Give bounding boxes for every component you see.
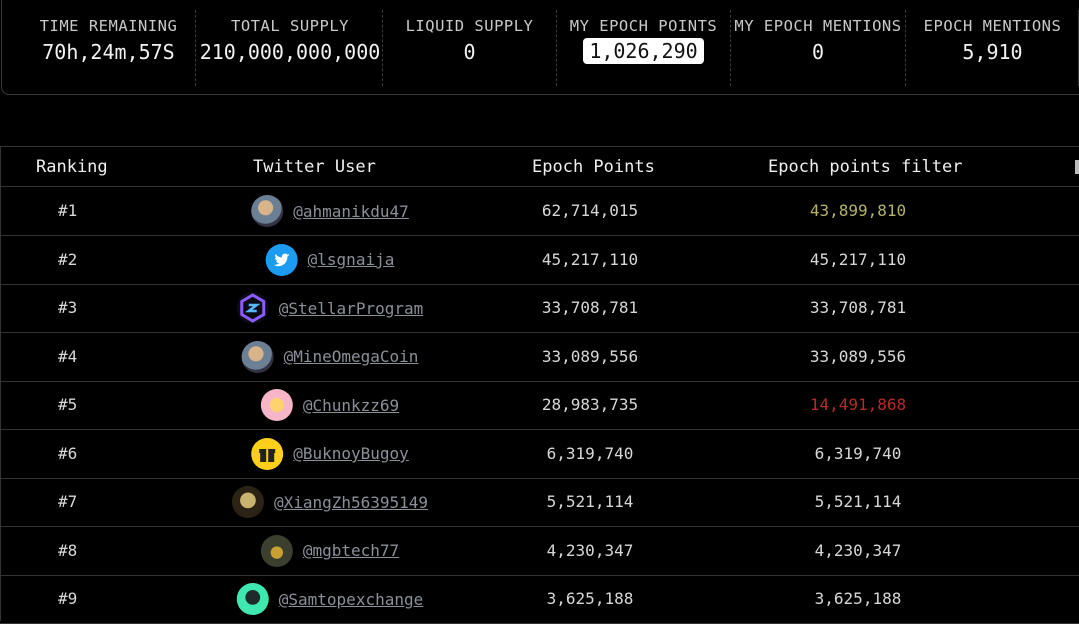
twitter-handle-link[interactable]: @ahmanikdu47 — [293, 202, 409, 221]
header-epoch-points-filter[interactable]: Epoch points filter — [768, 157, 962, 177]
epoch-points-cell: 33,089,556 — [541, 346, 639, 366]
epoch-points-cell: 28,983,735 — [541, 395, 639, 414]
epoch-points-filter-cell: 45,217,110 — [809, 249, 907, 269]
twitter-user-cell: @MineOmegaCoin — [0, 340, 620, 373]
epoch-points-filter-cell: 4,230,347 — [814, 540, 902, 560]
hexagon-logo-avatar — [236, 292, 269, 324]
table-header: Ranking Twitter User Epoch Points Epoch … — [0, 146, 1079, 187]
cat-avatar — [231, 486, 264, 518]
stat-value: 0 — [463, 40, 476, 64]
header-epoch-points[interactable]: Epoch Points — [532, 157, 655, 177]
epoch-points-cell: 3,625,188 — [546, 589, 634, 608]
stat-my-epoch-points: MY EPOCH POINTS 1,026,290 — [557, 1, 730, 89]
twitter-user-cell: @StellarProgram — [0, 292, 620, 324]
table-row: #9 @Samtopexchange 3,625,188 3,625,188 — [0, 575, 1079, 624]
photo-avatar — [251, 195, 284, 227]
twitter-handle-link[interactable]: @XiangZh56395149 — [274, 493, 428, 512]
photo-avatar — [241, 340, 274, 373]
twitter-bird-avatar — [265, 243, 298, 276]
stat-label: TOTAL SUPPLY — [231, 17, 349, 35]
epoch-points-cell: 33,708,781 — [541, 298, 639, 317]
twitter-user-cell: @lsgnaija — [0, 243, 620, 276]
table-row: #1 @ahmanikdu47 62,714,015 43,899,810 — [0, 187, 1079, 236]
twitter-handle-link[interactable]: @Chunkzz69 — [303, 396, 399, 415]
table-row: #6 @BuknoyBugoy 6,319,740 6,319,740 — [0, 430, 1079, 479]
stats-bar: TIME REMAINING 70h,24m,57S TOTAL SUPPLY … — [1, 0, 1079, 95]
epoch-points-cell: 5,521,114 — [546, 492, 634, 511]
epoch-points-filter-cell: 5,521,114 — [814, 492, 902, 511]
twitter-handle-link[interactable]: @mgbtech77 — [303, 541, 399, 560]
twitter-user-cell: @Samtopexchange — [0, 583, 620, 615]
stat-value: 210,000,000,000 — [199, 40, 381, 64]
epoch-points-filter-cell: 43,899,810 — [809, 201, 907, 220]
epoch-points-cell: 62,714,015 — [541, 201, 639, 220]
table-row: #4 @MineOmegaCoin 33,089,556 33,089,556 — [0, 333, 1079, 382]
stat-label: MY EPOCH POINTS — [569, 17, 718, 35]
twitter-handle-link[interactable]: @Samtopexchange — [279, 590, 424, 609]
stat-label: MY EPOCH MENTIONS — [734, 17, 902, 35]
header-ranking[interactable]: Ranking — [36, 157, 108, 177]
twitter-user-cell: @XiangZh56395149 — [0, 486, 620, 518]
twitter-handle-link[interactable]: @MineOmegaCoin — [284, 347, 419, 366]
table-row: #7 @XiangZh56395149 5,521,114 5,521,114 — [0, 478, 1079, 527]
epoch-points-filter-cell: 6,319,740 — [814, 443, 902, 463]
stat-total-supply: TOTAL SUPPLY 210,000,000,000 — [197, 1, 383, 89]
gift-box-avatar — [251, 437, 284, 470]
table-row: #8 @mgbtech77 4,230,347 4,230,347 — [0, 527, 1079, 576]
stat-time-remaining: TIME REMAINING 70h,24m,57S — [16, 1, 201, 89]
green-silhouette-avatar — [236, 583, 269, 615]
epoch-points-cell: 45,217,110 — [541, 249, 639, 269]
stat-epoch-mentions: EPOCH MENTIONS 5,910 — [905, 1, 1079, 89]
logo-avatar — [260, 534, 293, 567]
divider — [195, 10, 196, 86]
stat-value: 70h,24m,57S — [42, 40, 175, 64]
stat-label: LIQUID SUPPLY — [405, 17, 534, 35]
epoch-points-filter-cell: 33,708,781 — [809, 298, 907, 317]
twitter-user-cell: @ahmanikdu47 — [0, 195, 620, 227]
stat-label: TIME REMAINING — [39, 17, 178, 35]
stat-liquid-supply: LIQUID SUPPLY 0 — [382, 1, 557, 89]
stat-label: EPOCH MENTIONS — [923, 17, 1062, 35]
epoch-points-cell: 4,230,347 — [546, 540, 634, 560]
twitter-handle-link[interactable]: @lsgnaija — [308, 250, 395, 269]
table-row: #2 @lsgnaija 45,217,110 45,217,110 — [0, 236, 1079, 285]
stat-value-highlighted: 1,026,290 — [583, 38, 704, 64]
table-row: #5 @Chunkzz69 28,983,735 14,491,868 — [0, 381, 1079, 430]
pink-hands-avatar — [260, 389, 293, 421]
twitter-user-cell: @BuknoyBugoy — [0, 437, 620, 470]
stat-value: 5,910 — [962, 40, 1023, 64]
twitter-handle-link[interactable]: @BuknoyBugoy — [293, 444, 409, 463]
epoch-points-cell: 6,319,740 — [546, 443, 634, 463]
stat-value: 0 — [811, 40, 825, 64]
epoch-points-filter-cell: 3,625,188 — [814, 589, 902, 608]
twitter-user-cell: @mgbtech77 — [0, 534, 620, 567]
stat-my-epoch-mentions: MY EPOCH MENTIONS 0 — [731, 1, 905, 89]
twitter-handle-link[interactable]: @StellarProgram — [279, 299, 424, 318]
twitter-user-cell: @Chunkzz69 — [0, 389, 620, 421]
header-twitter-user[interactable]: Twitter User — [253, 157, 376, 177]
epoch-points-filter-cell: 14,491,868 — [809, 395, 907, 414]
table-row: #3 @StellarProgram 33,708,781 33,708,781 — [0, 284, 1079, 333]
header-overflow-mark — [1075, 160, 1079, 174]
epoch-points-filter-cell: 33,089,556 — [809, 346, 907, 366]
